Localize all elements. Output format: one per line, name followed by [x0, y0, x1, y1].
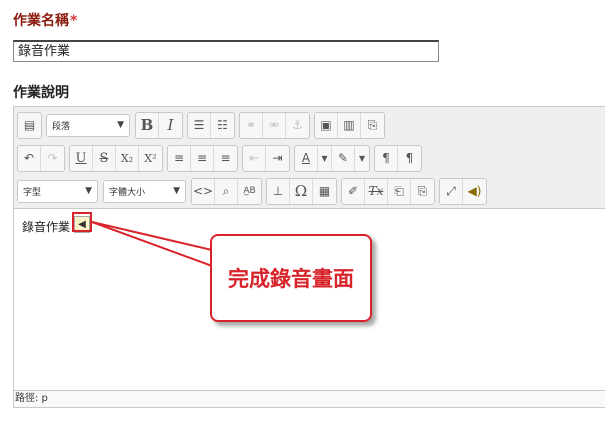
callout-pointer	[91, 221, 213, 268]
annotation-callout: 完成錄音畫面	[210, 234, 372, 322]
